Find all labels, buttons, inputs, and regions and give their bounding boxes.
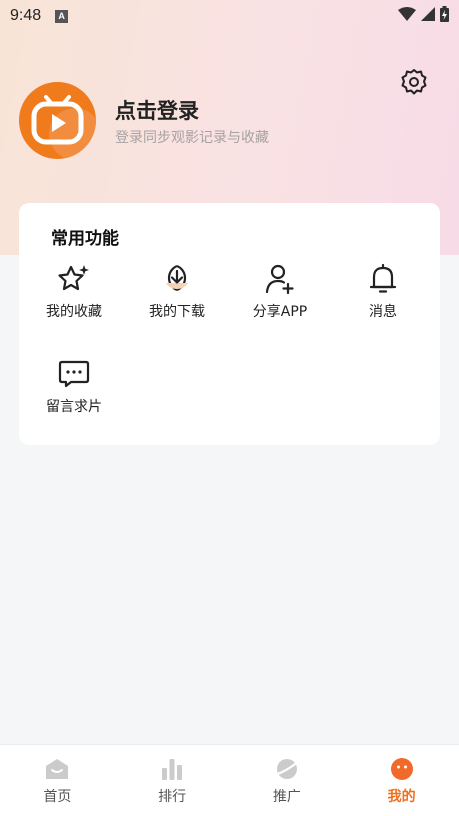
messages-button[interactable]: 消息 xyxy=(333,263,433,333)
tab-home[interactable]: 首页 xyxy=(0,745,115,816)
favorites-label: 我的收藏 xyxy=(46,304,102,320)
tab-home-label: 首页 xyxy=(43,789,72,805)
signal-icon xyxy=(421,7,435,21)
planet-icon xyxy=(273,759,300,779)
settings-gear-icon[interactable] xyxy=(400,68,428,96)
messages-label: 消息 xyxy=(369,304,397,320)
login-title[interactable]: 点击登录 xyxy=(115,95,199,125)
tv-logo-icon xyxy=(31,95,96,159)
tab-promote[interactable]: 推广 xyxy=(230,745,345,816)
tab-promote-label: 推广 xyxy=(272,789,301,805)
home-icon xyxy=(46,759,69,779)
profile-icon xyxy=(390,758,413,780)
share-app-button[interactable]: 分享APP xyxy=(230,263,330,333)
status-badge: A xyxy=(55,9,69,23)
status-time: 9:48 xyxy=(10,7,42,24)
downloads-label: 我的下载 xyxy=(149,304,205,320)
bottom-tab-bar: 首页 排行 推广 我的 xyxy=(0,744,459,816)
download-icon xyxy=(166,264,188,292)
share-app-label: 分享APP xyxy=(252,304,308,320)
wifi-icon xyxy=(398,7,416,21)
common-functions-card: 常用功能 我的收藏 我的下载 分享APP 消息 留言求片 xyxy=(19,203,440,445)
status-icons xyxy=(398,6,449,22)
user-add-icon xyxy=(265,264,294,295)
tab-mine-label: 我的 xyxy=(387,789,416,805)
battery-icon xyxy=(440,6,449,22)
message-icon xyxy=(58,360,90,388)
star-icon xyxy=(58,265,89,291)
chart-icon xyxy=(162,759,183,780)
downloads-button[interactable]: 我的下载 xyxy=(127,263,227,333)
status-bar: 9:48 A xyxy=(0,0,459,32)
favorites-button[interactable]: 我的收藏 xyxy=(24,263,124,333)
request-movie-label: 留言求片 xyxy=(46,399,102,415)
tab-mine[interactable]: 我的 xyxy=(344,745,459,816)
tab-ranking[interactable]: 排行 xyxy=(115,745,230,816)
avatar[interactable] xyxy=(19,82,96,159)
login-subtitle: 登录同步观影记录与收藏 xyxy=(115,130,269,146)
section-title: 常用功能 xyxy=(51,229,119,249)
bell-icon xyxy=(369,263,397,293)
tab-ranking-label: 排行 xyxy=(158,789,187,805)
request-movie-button[interactable]: 留言求片 xyxy=(24,358,124,428)
